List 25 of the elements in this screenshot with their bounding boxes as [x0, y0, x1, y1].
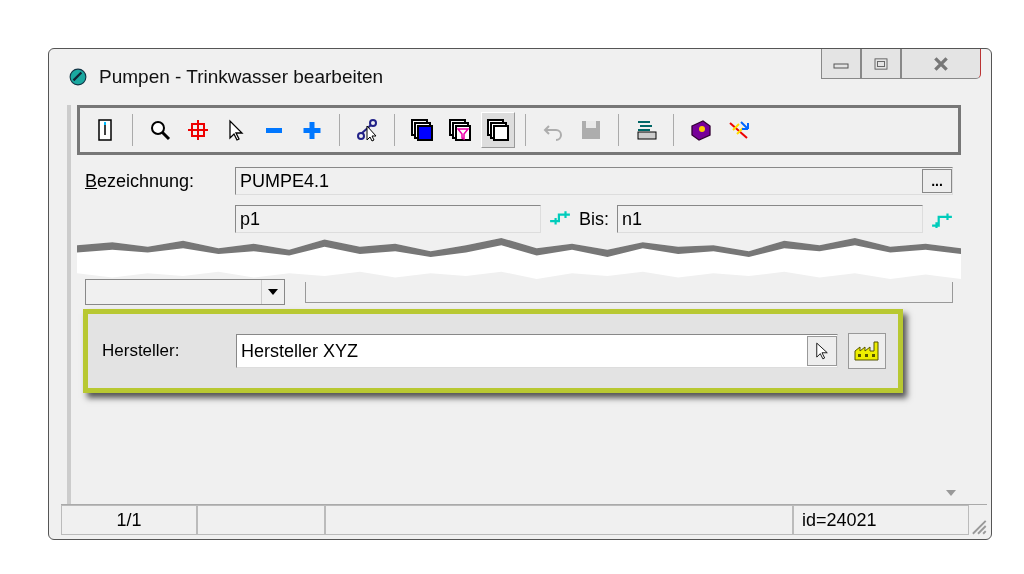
close-icon — [932, 54, 950, 73]
globe-icon — [69, 68, 87, 86]
field-label: Hersteller: — [102, 341, 181, 361]
scroll-down-icon[interactable] — [946, 490, 956, 496]
browse-button[interactable]: ... — [922, 169, 952, 193]
caret-icon — [268, 289, 278, 295]
status-cell: 1/1 — [61, 505, 197, 535]
pointer-icon — [815, 342, 829, 360]
windows-icon[interactable] — [481, 112, 515, 148]
close-button[interactable] — [901, 49, 981, 79]
name-field[interactable]: PUMPE4.1 ... — [235, 167, 953, 195]
to-field[interactable]: n1 — [617, 205, 923, 233]
from-field[interactable]: p1 — [235, 205, 541, 233]
field-label: Bezeichnung: — [85, 170, 196, 192]
window-title: Pumpen - Trinkwasser bearbeiten — [99, 66, 384, 88]
restore-icon — [874, 57, 888, 70]
minimize-button[interactable] — [821, 49, 861, 79]
field-label: Bis: — [579, 208, 609, 230]
pointer-button[interactable] — [807, 336, 837, 366]
manufacturer-field[interactable]: Hersteller XYZ — [236, 334, 838, 368]
status-dropdown[interactable] — [85, 279, 285, 305]
status-cell: id=24021 — [793, 505, 969, 535]
factory-icon — [854, 341, 880, 361]
maximize-button[interactable] — [861, 49, 901, 79]
factory-button[interactable] — [848, 333, 886, 369]
